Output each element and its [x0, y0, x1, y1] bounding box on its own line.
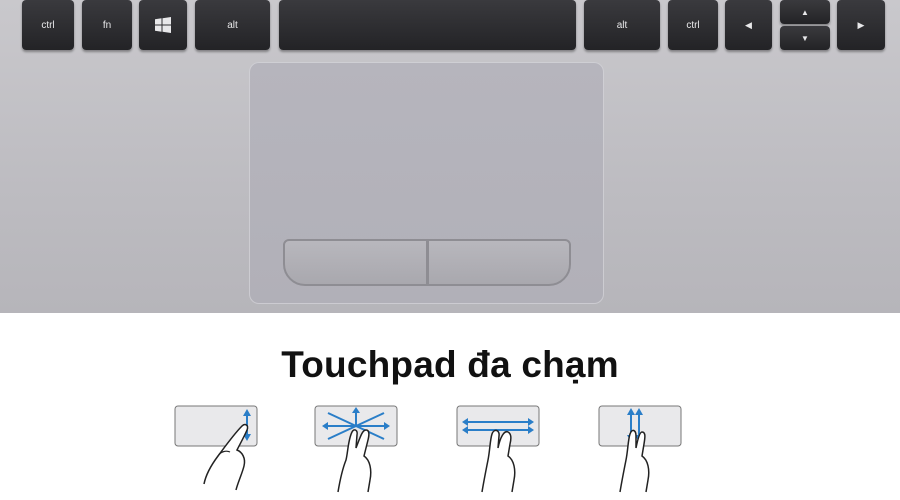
arrow-up-icon: ▲ [801, 7, 809, 17]
touchpad-left-button [283, 239, 428, 286]
two-finger-vertical-scroll-icon [598, 405, 682, 493]
arrow-left-key: ◀ [725, 0, 772, 50]
touchpad-right-button [427, 239, 571, 286]
arrow-down-key: ▼ [780, 26, 830, 50]
two-finger-pinch-zoom-icon [314, 405, 398, 493]
alt-right-label: alt [616, 19, 628, 31]
caption-title: Touchpad đa chạm [281, 344, 619, 385]
arrow-right-icon: ▶ [857, 19, 865, 30]
laptop-photo: ctrl fn alt alt ctrl ◀ ▲ ▼ ▶ [0, 0, 900, 313]
ctrl-left-label: ctrl [41, 19, 55, 31]
gesture-two-finger-scroll [598, 404, 682, 494]
gesture-horizontal-swipe [456, 404, 540, 494]
arrow-right-key: ▶ [837, 0, 885, 50]
arrow-up-key: ▲ [780, 0, 830, 24]
gesture-pinch-zoom [314, 404, 398, 494]
alt-left-label: alt [227, 19, 238, 31]
two-finger-horizontal-swipe-icon [456, 405, 540, 493]
ctrl-right-label: ctrl [686, 19, 700, 31]
ctrl-right-key: ctrl [668, 0, 718, 50]
arrow-down-icon: ▼ [801, 33, 809, 43]
alt-right-key: alt [584, 0, 660, 50]
fn-label: fn [102, 19, 112, 31]
one-finger-vertical-scroll-icon [174, 405, 258, 491]
gesture-one-finger-scroll [174, 404, 258, 494]
ctrl-left-key: ctrl [22, 0, 74, 50]
touchpad-buttons [283, 239, 571, 286]
keyboard-bottom-row: ctrl fn alt alt ctrl ◀ ▲ ▼ ▶ [0, 0, 900, 58]
windows-logo-icon [155, 17, 171, 33]
space-key [279, 0, 576, 50]
windows-key [139, 0, 187, 50]
fn-key: fn [82, 0, 132, 50]
arrow-left-icon: ◀ [745, 19, 752, 30]
alt-left-key: alt [195, 0, 270, 50]
